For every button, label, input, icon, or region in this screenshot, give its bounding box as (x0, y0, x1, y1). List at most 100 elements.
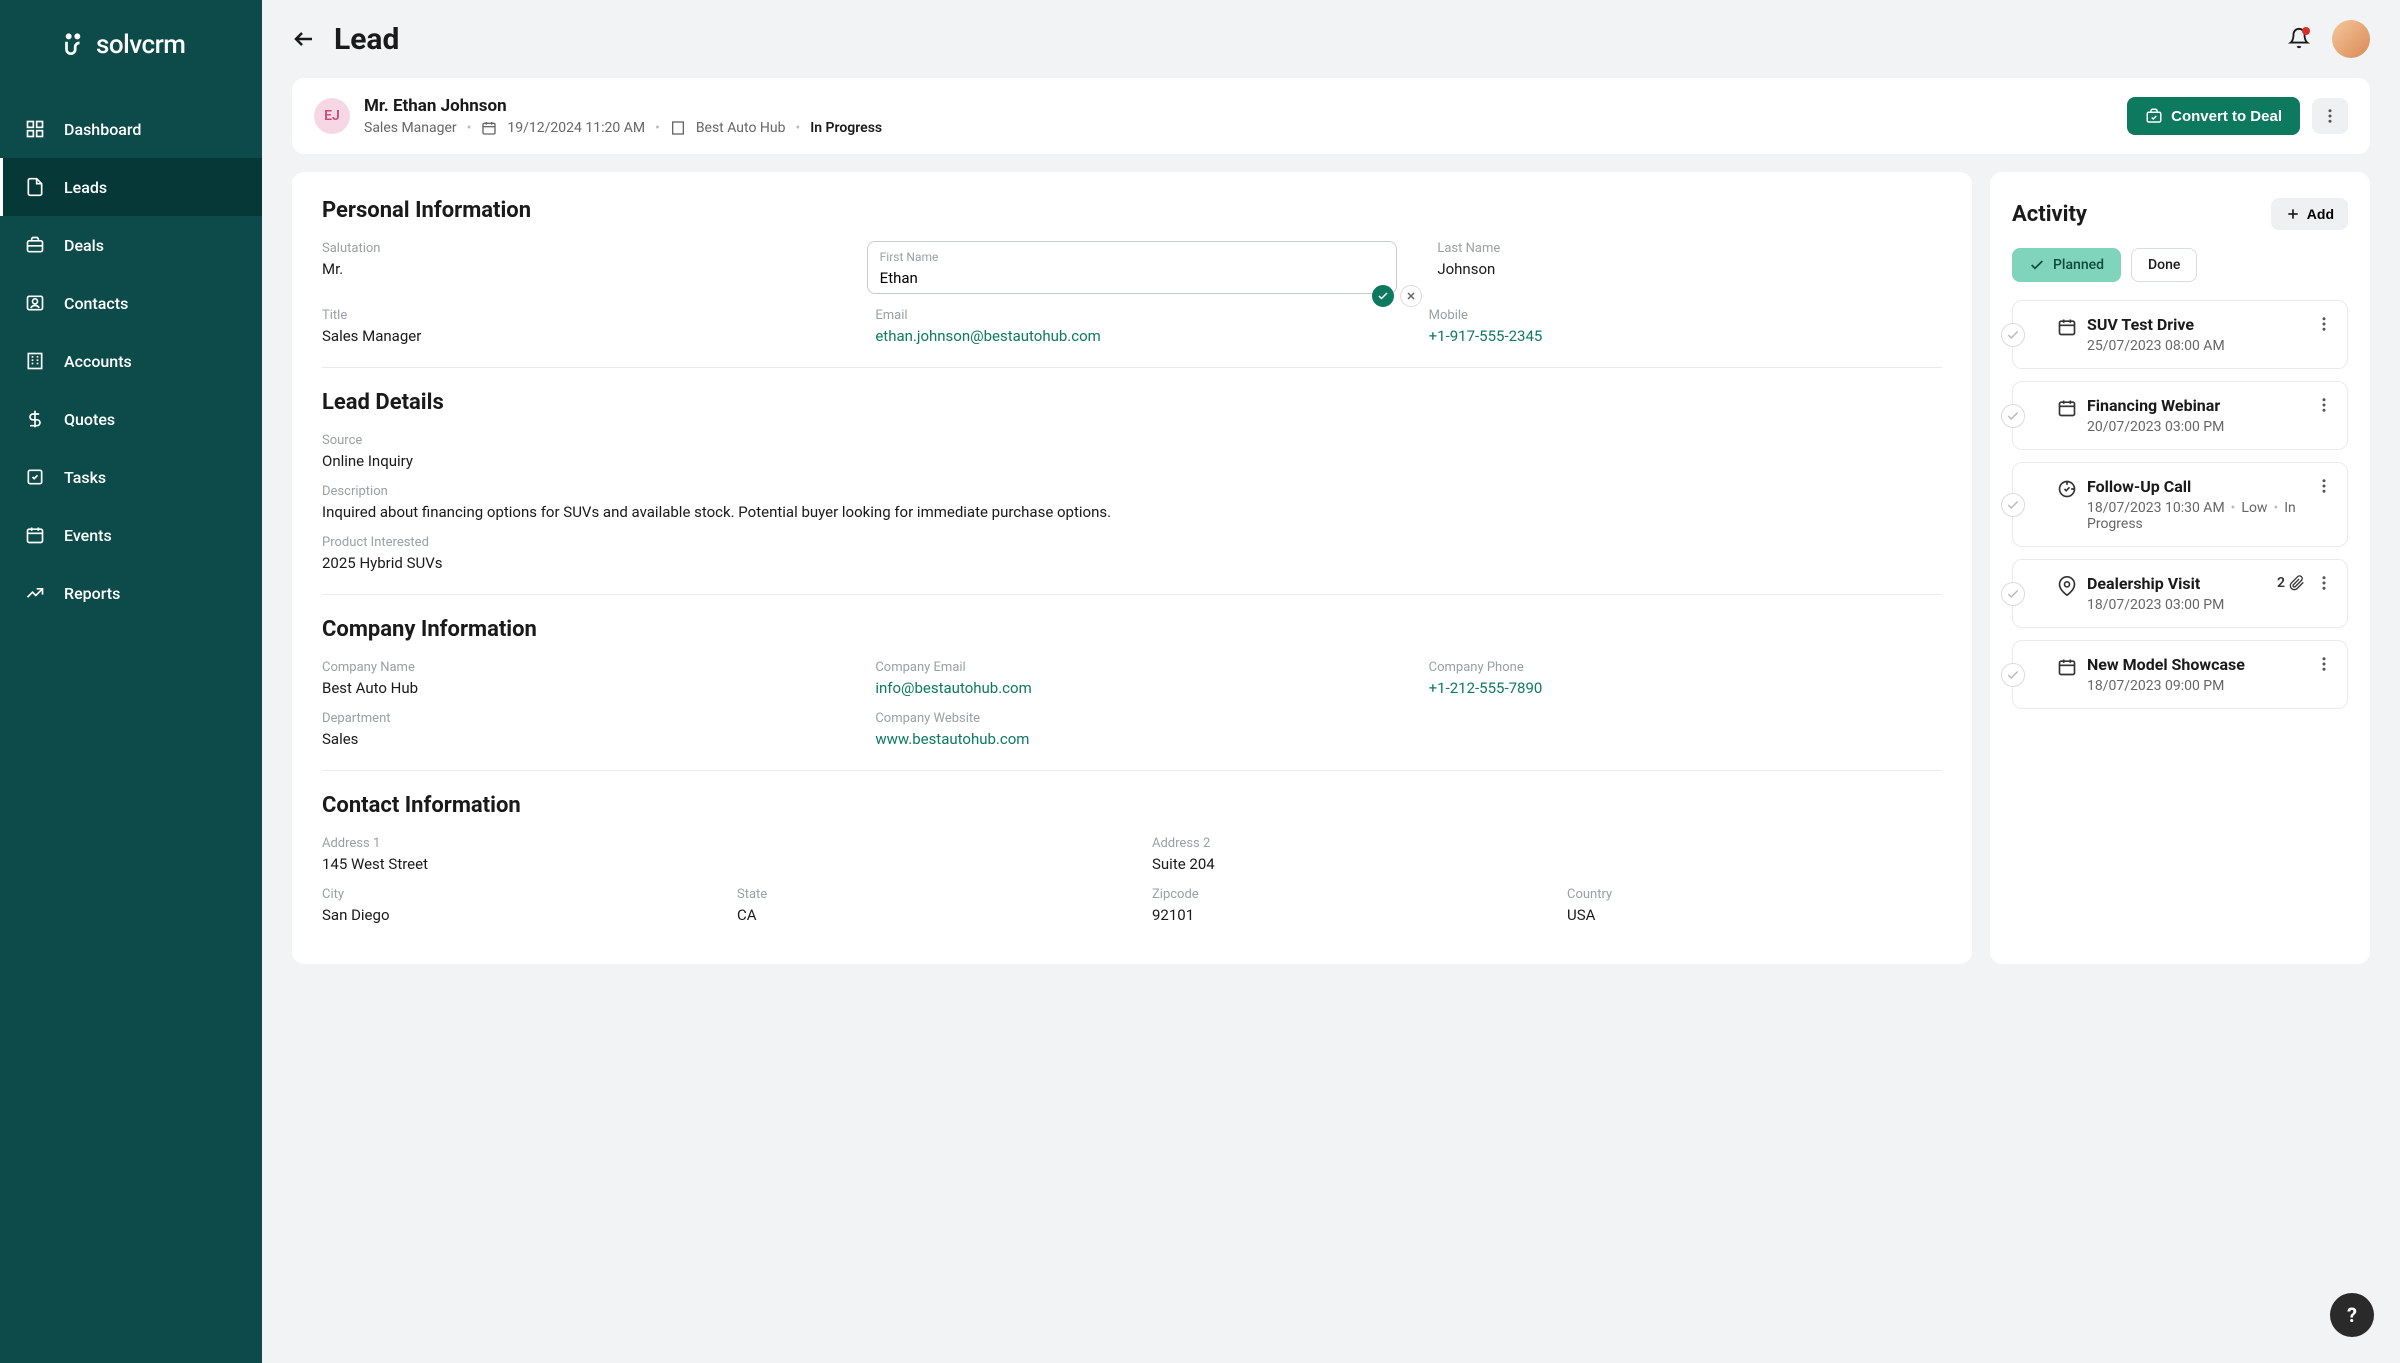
nav-item-accounts[interactable]: Accounts (0, 332, 262, 390)
user-avatar[interactable] (2332, 20, 2370, 58)
activity-item[interactable]: Dealership Visit 18/07/2023 03:00 PM 2 (2012, 559, 2348, 628)
convert-to-deal-button[interactable]: Convert to Deal (2127, 97, 2300, 135)
lead-meta: Sales Manager • 19/12/2024 11:20 AM • Be… (364, 120, 882, 136)
nav-label: Contacts (64, 294, 128, 313)
company-name-value[interactable]: Best Auto Hub (322, 679, 835, 697)
tab-label: Done (2148, 257, 2180, 273)
nav-item-leads[interactable]: Leads (0, 158, 262, 216)
add-activity-button[interactable]: Add (2271, 198, 2348, 230)
calendar-icon (2057, 657, 2077, 677)
activity-check[interactable] (2001, 404, 2025, 428)
lead-status: In Progress (810, 120, 882, 136)
brand-logo[interactable]: solvcrm (0, 0, 262, 100)
activity-item[interactable]: SUV Test Drive 25/07/2023 08:00 AM (2012, 300, 2348, 369)
topbar: Lead (292, 20, 2370, 58)
cancel-edit-button[interactable] (1400, 285, 1422, 307)
nav-list: Dashboard Leads Deals Contacts Accounts … (0, 100, 262, 622)
sidebar: solvcrm Dashboard Leads Deals Contacts A… (0, 0, 262, 1363)
address2-value[interactable]: Suite 204 (1152, 855, 1942, 873)
back-button[interactable] (292, 25, 320, 53)
activity-item-title: New Model Showcase (2087, 655, 2245, 674)
field-label: Source (322, 433, 1942, 448)
field-label: Address 2 (1152, 836, 1942, 851)
nav-item-tasks[interactable]: Tasks (0, 448, 262, 506)
nav-label: Accounts (64, 352, 132, 371)
address1-value[interactable]: 145 West Street (322, 855, 1112, 873)
field-label: City (322, 887, 697, 902)
confirm-edit-button[interactable] (1372, 285, 1394, 307)
activity-item[interactable]: Financing Webinar 20/07/2023 03:00 PM (2012, 381, 2348, 450)
country-value[interactable]: USA (1567, 906, 1942, 924)
nav-item-deals[interactable]: Deals (0, 216, 262, 274)
activity-item-title: Dealership Visit (2087, 574, 2224, 593)
nav-label: Leads (64, 178, 107, 197)
brand-name: solvcrm (96, 30, 185, 60)
activity-check[interactable] (2001, 493, 2025, 517)
divider (322, 594, 1942, 595)
help-button[interactable]: ? (2330, 1293, 2374, 1337)
lead-more-button[interactable] (2312, 98, 2348, 134)
convert-label: Convert to Deal (2171, 108, 2282, 125)
mobile-value[interactable]: +1-917-555-2345 (1429, 327, 1942, 345)
salutation-value[interactable]: Mr. (322, 260, 827, 278)
attachment-count[interactable]: 2 (2277, 575, 2305, 591)
product-value[interactable]: 2025 Hybrid SUVs (322, 554, 1942, 572)
first-name-input[interactable] (880, 269, 1385, 287)
grid-icon (24, 118, 46, 140)
field-label: Description (322, 484, 1942, 499)
checklist-icon (24, 466, 46, 488)
activity-item-meta: 20/07/2023 03:00 PM (2087, 419, 2224, 435)
activity-check[interactable] (2001, 663, 2025, 687)
activity-title: Activity (2012, 202, 2087, 227)
activity-item[interactable]: New Model Showcase 18/07/2023 09:00 PM (2012, 640, 2348, 709)
title-value[interactable]: Sales Manager (322, 327, 835, 345)
tab-planned[interactable]: Planned (2012, 248, 2121, 282)
nav-item-quotes[interactable]: Quotes (0, 390, 262, 448)
calendar-icon (2057, 398, 2077, 418)
website-value[interactable]: www.bestautohub.com (875, 730, 1388, 748)
building-icon (24, 350, 46, 372)
activity-item-more[interactable] (2315, 477, 2333, 495)
activity-item-meta: 18/07/2023 09:00 PM (2087, 678, 2245, 694)
activity-item-more[interactable] (2315, 315, 2333, 333)
check-icon (2029, 257, 2045, 273)
activity-check[interactable] (2001, 323, 2025, 347)
field-label: Company Website (875, 711, 1388, 726)
activity-item-more[interactable] (2315, 396, 2333, 414)
nav-item-dashboard[interactable]: Dashboard (0, 100, 262, 158)
lead-role: Sales Manager (364, 120, 457, 136)
activity-item-more[interactable] (2315, 574, 2333, 592)
nav-item-contacts[interactable]: Contacts (0, 274, 262, 332)
company-email-value[interactable]: info@bestautohub.com (875, 679, 1388, 697)
field-label: Department (322, 711, 835, 726)
source-value[interactable]: Online Inquiry (322, 452, 1942, 470)
nav-item-events[interactable]: Events (0, 506, 262, 564)
section-contact-title: Contact Information (322, 793, 1942, 818)
field-label: Title (322, 308, 835, 323)
zipcode-value[interactable]: 92101 (1152, 906, 1527, 924)
description-value[interactable]: Inquired about financing options for SUV… (322, 503, 1942, 521)
department-value[interactable]: Sales (322, 730, 835, 748)
activity-item-more[interactable] (2315, 655, 2333, 673)
last-name-value[interactable]: Johnson (1437, 260, 1942, 278)
dollar-icon (24, 408, 46, 430)
city-value[interactable]: San Diego (322, 906, 697, 924)
notification-dot (2302, 27, 2310, 35)
divider (322, 367, 1942, 368)
activity-panel: Activity Add Planned Done (1990, 172, 2370, 964)
first-name-field[interactable]: First Name (867, 241, 1398, 294)
company-phone-value[interactable]: +1-212-555-7890 (1429, 679, 1942, 697)
chart-icon (24, 582, 46, 604)
nav-item-reports[interactable]: Reports (0, 564, 262, 622)
divider (322, 770, 1942, 771)
nav-label: Deals (64, 236, 104, 255)
email-value[interactable]: ethan.johnson@bestautohub.com (875, 327, 1388, 345)
state-value[interactable]: CA (737, 906, 1112, 924)
lead-header-card: EJ Mr. Ethan Johnson Sales Manager • 19/… (292, 78, 2370, 154)
field-label: Company Name (322, 660, 835, 675)
notifications-button[interactable] (2288, 27, 2312, 51)
activity-check[interactable] (2001, 582, 2025, 606)
activity-item-title: SUV Test Drive (2087, 315, 2225, 334)
tab-done[interactable]: Done (2131, 248, 2197, 282)
activity-item[interactable]: Follow-Up Call 18/07/2023 10:30 AM•Low•I… (2012, 462, 2348, 547)
